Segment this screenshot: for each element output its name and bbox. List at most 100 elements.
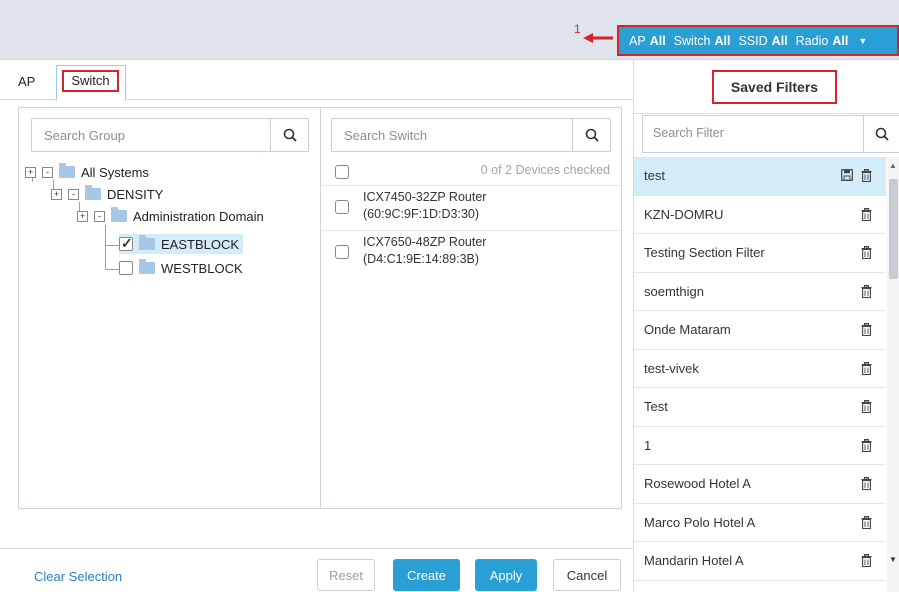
clear-selection-link[interactable]: Clear Selection (34, 569, 122, 584)
folder-icon (111, 207, 127, 222)
saved-filter-name: Mandarin Hotel A (644, 553, 744, 568)
search-group-placeholder: Search Group (44, 128, 125, 143)
global-filter-bar[interactable]: AP All Switch All SSID All Radio All ▼ (617, 25, 899, 56)
scroll-down-icon[interactable]: ▼ (889, 555, 897, 564)
trash-icon[interactable] (861, 169, 872, 185)
tree-node-all-systems[interactable]: + - All Systems (25, 162, 149, 182)
search-filter-field[interactable]: Search Filter (642, 115, 899, 153)
tab-bar: AP Switch (0, 60, 633, 101)
checkbox[interactable] (119, 261, 133, 275)
tab-ap[interactable]: AP (18, 74, 35, 89)
cancel-button[interactable]: Cancel (553, 559, 621, 591)
scrollbar-thumb[interactable] (889, 179, 898, 279)
filter-ap-value: All (649, 33, 666, 48)
saved-filters-panel: Saved Filters Search Filter test KZN-DOMR… (633, 60, 899, 592)
tab-switch[interactable]: Switch (56, 65, 126, 101)
saved-filter-item[interactable]: Test (634, 388, 886, 427)
trash-icon[interactable] (861, 554, 872, 570)
saved-filter-item[interactable]: 1 (634, 427, 886, 465)
saved-filter-name: soemthign (644, 283, 704, 299)
saved-filter-name: Marco Polo Hotel A (644, 514, 756, 530)
select-all-checkbox[interactable] (335, 165, 349, 179)
caret-down-icon[interactable]: ▼ (858, 36, 867, 46)
tree-expander-icon[interactable]: + (25, 166, 36, 178)
search-filter-placeholder: Search Filter (653, 126, 724, 140)
saved-filter-name: test-vivek (644, 360, 699, 376)
apply-button[interactable]: Apply (475, 559, 537, 591)
device-name: ICX7650-48ZP Router (363, 235, 487, 249)
folder-icon (139, 235, 155, 250)
saved-filter-name: KZN-DOMRU (644, 206, 724, 222)
search-group-field[interactable]: Search Group (31, 118, 309, 152)
devices-count: 0 of 2 Devices checked (480, 163, 610, 177)
device-row[interactable]: ICX7650-48ZP Router (D4:C1:9E:14:89:3B) (321, 230, 622, 274)
tree-label: All Systems (81, 164, 149, 180)
tree-expander-icon[interactable]: + (51, 188, 62, 200)
tree-node-administration-domain[interactable]: + - Administration Domain (77, 206, 264, 226)
devices-header: 0 of 2 Devices checked (321, 158, 622, 184)
saved-filter-item[interactable]: KZN-DOMRU (634, 196, 886, 234)
saved-filter-name: test (644, 168, 665, 183)
tree-node-westblock[interactable]: WESTBLOCK (119, 258, 243, 278)
tree-expander-icon[interactable]: + (77, 210, 88, 222)
search-switch-placeholder: Search Switch (344, 128, 428, 143)
saved-filter-item[interactable]: Marco Polo Hotel A (634, 504, 886, 542)
search-icon[interactable] (863, 116, 899, 152)
trash-icon[interactable] (861, 477, 872, 493)
folder-icon (59, 163, 75, 178)
search-icon[interactable] (270, 119, 308, 151)
saved-filter-item[interactable]: soemthign (634, 273, 886, 311)
divider (634, 113, 899, 114)
saved-filters-title: Saved Filters (712, 70, 837, 104)
folder-icon (139, 259, 155, 274)
scroll-up-icon[interactable]: ▲ (889, 161, 897, 170)
saved-filter-item[interactable]: Mandarin Hotel A (634, 542, 886, 581)
selection-panel: Search Group + - All Systems + - DENSITY… (18, 107, 622, 509)
filter-switch-key: Switch (673, 33, 711, 48)
saved-filter-name: Test (644, 399, 668, 414)
trash-icon[interactable] (861, 323, 872, 339)
filter-switch-value: All (714, 33, 731, 48)
search-switch-field[interactable]: Search Switch (331, 118, 611, 152)
tree-label: DENSITY (107, 186, 164, 202)
tab-switch-label: Switch (62, 70, 119, 92)
device-row[interactable]: ICX7450-32ZP Router (60:9C:9F:1D:D3:30) (321, 185, 622, 229)
collapse-icon[interactable]: - (68, 188, 79, 200)
saved-filter-item[interactable]: Testing Section Filter (634, 234, 886, 273)
tree-node-eastblock[interactable]: EASTBLOCK (119, 234, 244, 254)
search-icon[interactable] (572, 119, 610, 151)
trash-icon[interactable] (861, 207, 872, 224)
trash-icon[interactable] (861, 284, 872, 301)
tree-node-density[interactable]: + - DENSITY (51, 184, 163, 204)
footer-bar: Clear Selection Reset Create Apply Cance… (0, 548, 633, 592)
trash-icon[interactable] (861, 361, 872, 378)
saved-filter-item[interactable]: Onde Mataram (634, 311, 886, 350)
checkbox-checked[interactable] (119, 235, 133, 252)
folder-icon (85, 185, 101, 200)
device-checkbox[interactable] (335, 245, 349, 259)
create-button[interactable]: Create (393, 559, 460, 591)
trash-icon[interactable] (861, 246, 872, 262)
trash-icon[interactable] (861, 515, 872, 532)
saved-filter-name: Testing Section Filter (644, 245, 765, 260)
trash-icon[interactable] (861, 400, 872, 416)
filter-ssid-value: All (771, 33, 788, 48)
reset-button[interactable]: Reset (317, 559, 375, 591)
device-name: ICX7450-32ZP Router (363, 190, 487, 204)
saved-filter-item[interactable]: test (634, 157, 886, 196)
annotation-number: 1 (574, 22, 581, 36)
switch-column: Search Switch 0 of 2 Devices checked ICX… (321, 108, 623, 508)
saved-filter-item[interactable]: test-vivek (634, 350, 886, 388)
tree-label: WESTBLOCK (161, 260, 243, 276)
collapse-icon[interactable]: - (94, 210, 105, 222)
device-checkbox[interactable] (335, 200, 349, 214)
collapse-icon[interactable]: - (42, 166, 53, 178)
scrollbar[interactable]: ▲ ▼ (887, 157, 899, 592)
saved-filter-name: Onde Mataram (644, 322, 731, 337)
saved-filter-item[interactable]: Rosewood Hotel A (634, 465, 886, 504)
save-icon[interactable] (841, 169, 853, 184)
filter-ssid-key: SSID (738, 33, 768, 48)
annotation-arrow-icon (583, 33, 613, 43)
trash-icon[interactable] (861, 438, 872, 455)
device-mac: (60:9C:9F:1D:D3:30) (363, 207, 480, 221)
